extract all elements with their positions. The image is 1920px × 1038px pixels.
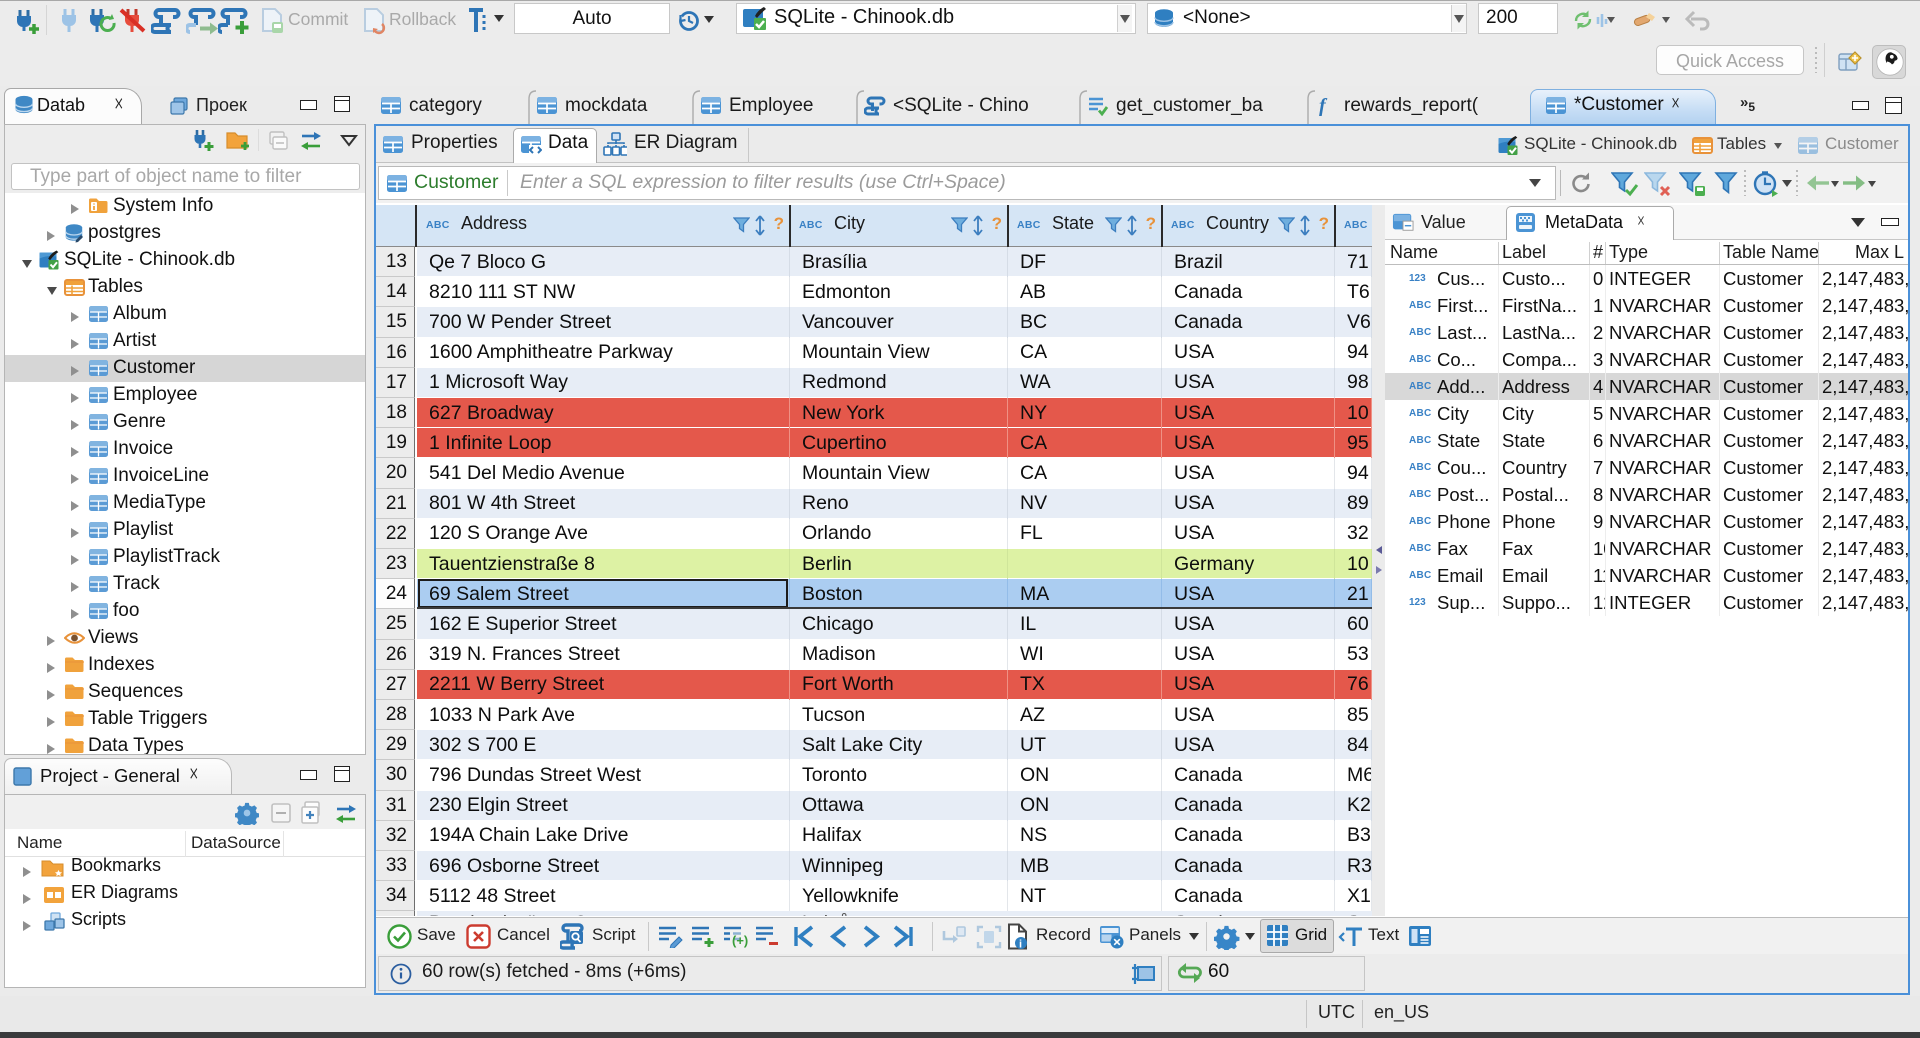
svg-text:i: i (1019, 939, 1022, 951)
svg-text:(+): (+) (732, 933, 748, 948)
